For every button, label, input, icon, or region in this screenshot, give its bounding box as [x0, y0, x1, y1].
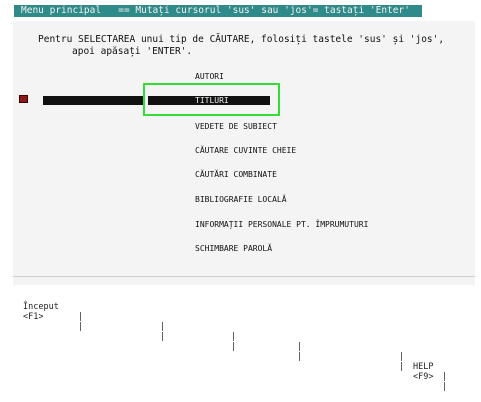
f1-key: <F1>	[23, 312, 44, 322]
menu-item-cautare-cuvinte-cheie[interactable]: CĂUTARE CUVINTE CHEIE	[195, 145, 296, 156]
fkey-separator: |	[442, 382, 448, 392]
menu-item-autori[interactable]: AUTORI	[195, 71, 224, 82]
header-title: Menu principal == Mutați cursorul 'sus' …	[21, 5, 410, 16]
instruction-line-1: Pentru SELECTAREA unui tip de CĂUTARE, f…	[38, 34, 445, 45]
panel-bottom-divider	[13, 276, 475, 277]
menu-item-cautari-combinate[interactable]: CĂUTĂRI COMBINATE	[195, 169, 277, 180]
instruction-line-2: apoi apăsați 'ENTER'.	[72, 46, 193, 57]
menu-item-schimbare-parola[interactable]: SCHIMBARE PAROLĂ	[195, 243, 272, 254]
fkey-separator: |	[297, 352, 303, 362]
fkey-separator: |	[160, 332, 166, 342]
terminal-screen: Menu principal == Mutați cursorul 'sus' …	[0, 0, 481, 392]
menu-item-titluri[interactable]: TITLURI	[195, 95, 229, 106]
menu-item-vedete-de-subiect[interactable]: VEDETE DE SUBIECT	[195, 121, 277, 132]
menu-item-informatii-personale[interactable]: INFORMAȚII PERSONALE PT. ÎMPRUMUTURI	[195, 219, 368, 230]
fkey-separator: |	[78, 322, 84, 332]
header-bar: Menu principal == Mutați cursorul 'sus' …	[0, 1, 481, 18]
menu-item-bibliografie-locala[interactable]: BIBLIOGRAFIE LOCALĂ	[195, 194, 287, 205]
fkey-separator: |	[399, 362, 405, 372]
help-key: <F9>	[413, 372, 434, 382]
function-key-bar: Început | | | | | HELP | <F1> | | | | | …	[0, 289, 481, 392]
selection-marker-icon	[19, 95, 28, 103]
fkey-separator: |	[231, 342, 237, 352]
